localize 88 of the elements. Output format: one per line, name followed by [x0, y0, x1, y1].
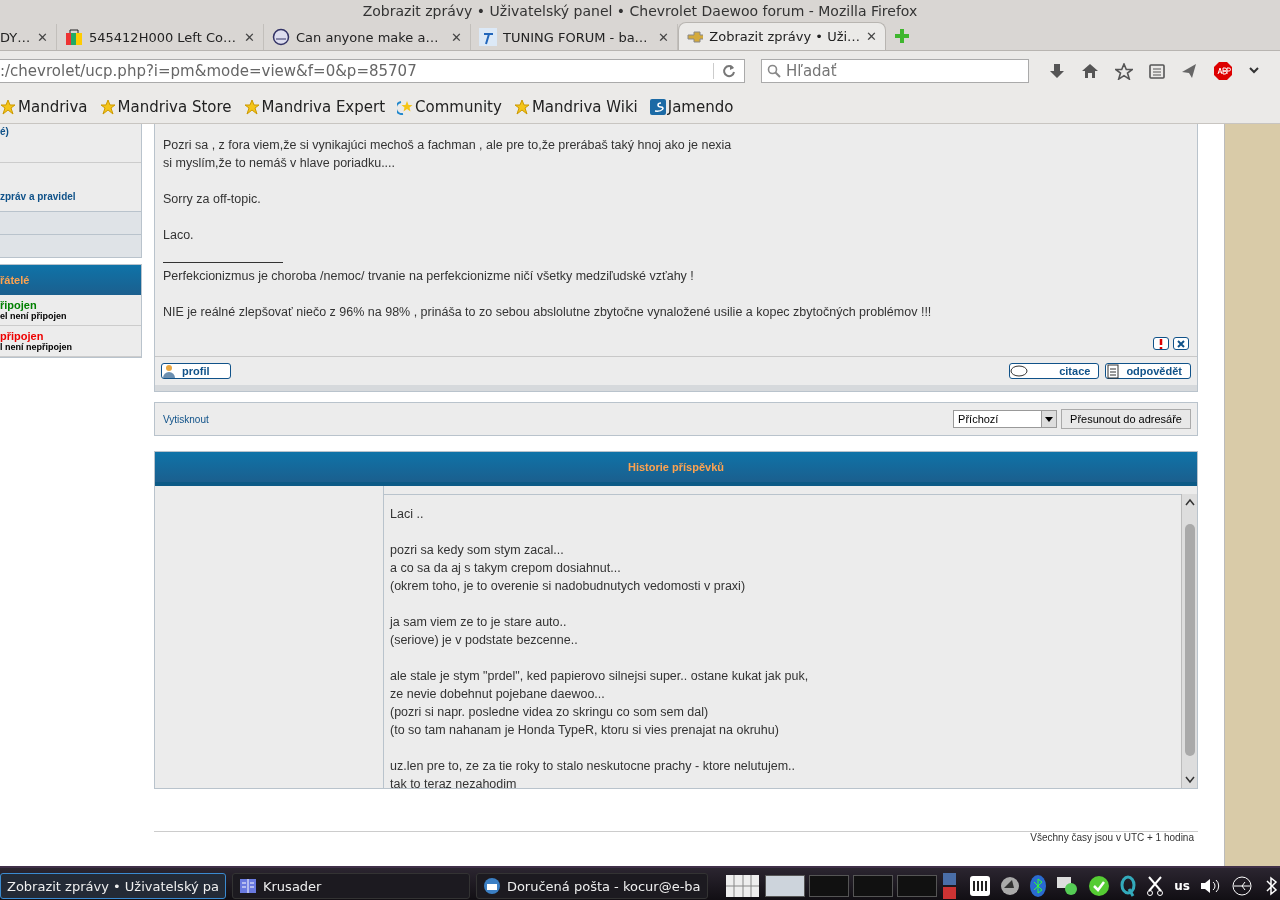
signature-text: NIE je reálné zlepšovať niečo z 96% na 98% , prináša to zo sebou abslolutne zbytočne vynaložené usilie a kopec zbytočných problémov !!! [163, 304, 933, 321]
bookmark-item[interactable]: Jamendo [649, 98, 734, 116]
usb-icon[interactable] [1230, 876, 1254, 896]
star-icon [99, 99, 116, 115]
tab-close-button[interactable]: ✕ [37, 29, 48, 45]
message-paragraph: Laco. [163, 227, 195, 244]
chevron-down-icon[interactable] [1249, 67, 1259, 75]
signature-text: Perfekcionizmus je choroba /nemoc/ trvanie na perfekcionizme ničí všetky medziľudské vzťahy ! [163, 268, 695, 285]
q-logo-icon[interactable] [1120, 875, 1137, 897]
bookmark-item[interactable]: Mandriva Store [99, 98, 232, 116]
tuning-logo-icon [479, 28, 497, 46]
friend-status-text: el není připojen [0, 311, 67, 321]
profile-button[interactable]: profil [161, 363, 231, 379]
jamendo-logo-icon [649, 99, 666, 115]
friends-header: řátelé [0, 274, 30, 286]
taskbar-button[interactable]: Krusader [232, 873, 470, 899]
address-bar[interactable]: :/chevrolet/ucp.php?i=pm&mode=view&f=0&p=85707 [0, 59, 745, 83]
history-paragraph: uz.len pre to, ze za tie roky to stalo neskutocne prachy - ktore nelutujem.. tak to teraz nezahodim [390, 758, 797, 788]
history-paragraph: Laci .. [390, 506, 425, 523]
bookmark-item[interactable]: Community [397, 98, 502, 116]
friend-status: připojen [0, 330, 44, 342]
move-to-folder-button[interactable]: Přesunout do adresáře [1061, 409, 1191, 429]
message-paragraph: Pozri sa , z fora viem,že si vynikajúci mechoš a fachman , ale pre to,že prerábaš taký hnoj ako je nexia si myslím,že to nemáš v hlave poriadku.... [163, 137, 733, 172]
star-swirl-icon [397, 99, 414, 115]
lock-power-icon[interactable] [942, 873, 957, 899]
star-icon [513, 99, 530, 115]
meter-icon[interactable] [970, 876, 991, 896]
mail-client-icon [482, 877, 501, 895]
taskbar-button[interactable]: Doručená pošta - kocur@e-ba [475, 873, 708, 899]
window-title: Zobrazit zprávy • Uživatelský panel • Chevrolet Daewoo forum - Mozilla Firefox [362, 3, 918, 19]
quote-button[interactable]: citace [1009, 363, 1100, 379]
home-icon[interactable] [1081, 63, 1099, 79]
keyboard-layout[interactable]: us [1174, 879, 1190, 893]
tab-close-button[interactable]: ✕ [451, 29, 462, 45]
friend-status-text: l není nepřipojen [0, 342, 72, 352]
sidebar-link[interactable]: é) [0, 126, 9, 137]
star-icon [243, 99, 260, 115]
globe-icon [272, 28, 290, 46]
history-paragraph: pozri sa kedy som stym zacal... a co sa da aj s takym crepom dosiahnut... (okrem toho, je to overenie si nadobudnutych vedomosti v praxi) [390, 542, 747, 595]
paper-plane-icon[interactable] [1181, 63, 1197, 79]
history-title: Historie příspěvků [628, 461, 724, 473]
folder-dropdown[interactable]: Příchozí [953, 410, 1058, 428]
bowtie-logo-icon [687, 30, 704, 43]
tab-close-button[interactable]: ✕ [658, 29, 669, 45]
report-icon[interactable] [1153, 337, 1169, 350]
shopping-bag-icon [65, 28, 83, 46]
desktop-pager[interactable] [764, 875, 805, 897]
adblock-icon[interactable] [1213, 61, 1233, 81]
delete-icon[interactable] [1173, 337, 1189, 350]
document-icon [1106, 363, 1121, 379]
check-badge-icon[interactable] [1088, 875, 1111, 897]
volume-icon[interactable] [1200, 877, 1220, 895]
browser-tab[interactable]: 545412H000 Left Co… ✕ [57, 24, 264, 50]
history-paragraph: ja sam viem ze to je stare auto.. (seriove) je v podstate bezcenne.. [390, 614, 579, 649]
tab-close-button[interactable]: ✕ [866, 29, 877, 44]
bookmark-item[interactable]: Mandriva Expert [243, 98, 386, 116]
reply-button[interactable]: odpovědět [1105, 363, 1191, 379]
star-icon[interactable] [1115, 62, 1133, 80]
star-icon [0, 99, 16, 115]
scrollbar[interactable] [1181, 494, 1197, 788]
user-icon [162, 364, 176, 378]
browser-tab[interactable]: TUNING FORUM - ba… ✕ [471, 24, 678, 50]
friend-status: řipojen [0, 299, 37, 311]
bookmark-item[interactable]: Mandriva Wiki [513, 98, 638, 116]
scroll-up-icon[interactable] [1184, 498, 1195, 506]
chat-bubbles-icon[interactable] [1056, 876, 1079, 896]
reload-icon[interactable] [722, 64, 736, 78]
download-arrow-icon[interactable] [1049, 63, 1065, 79]
message-paragraph: Sorry za off-topic. [163, 191, 262, 208]
reading-list-icon[interactable] [1149, 63, 1165, 79]
scissors-icon[interactable] [1146, 876, 1165, 896]
history-paragraph: ale stale je stym "prdel", ked papierovo silnejsi super.. ostane kukat jak puk, ze nevie dobehnut pojebane daewoo... (pozri si napr. posledne videa zo skringu co som sem dal) (to so tam nahanam je Honda TypeR, ktoru si vies prenajat na okruhu) [390, 668, 810, 739]
browser-tab[interactable]: Can anyone make a… ✕ [264, 24, 471, 50]
bluetooth-icon[interactable] [1264, 876, 1280, 896]
taskbar-button[interactable]: Zobrazit zprávy • Uživatelský pa [0, 873, 226, 899]
bookmark-item[interactable]: Mandriva [0, 98, 88, 116]
sidebar-link[interactable]: zpráv a pravidel [0, 191, 76, 202]
browser-tab[interactable]: DY… ✕ [0, 24, 57, 50]
browser-tab[interactable]: Zobrazit zprávy • Uži… ✕ [678, 22, 886, 50]
tab-close-button[interactable]: ✕ [244, 29, 255, 45]
speech-bubble-icon [1010, 364, 1029, 378]
timezone-note: Všechny časy jsou v UTC + 1 hodina [1030, 832, 1194, 844]
print-link[interactable]: Vytisknout [163, 413, 209, 425]
book-icon [239, 878, 257, 894]
bluetooth-icon[interactable] [1030, 875, 1047, 897]
dropdown-arrow-icon [1045, 416, 1054, 422]
search-field[interactable]: Hľadať [761, 59, 1029, 83]
scroll-down-icon[interactable] [1184, 776, 1195, 784]
